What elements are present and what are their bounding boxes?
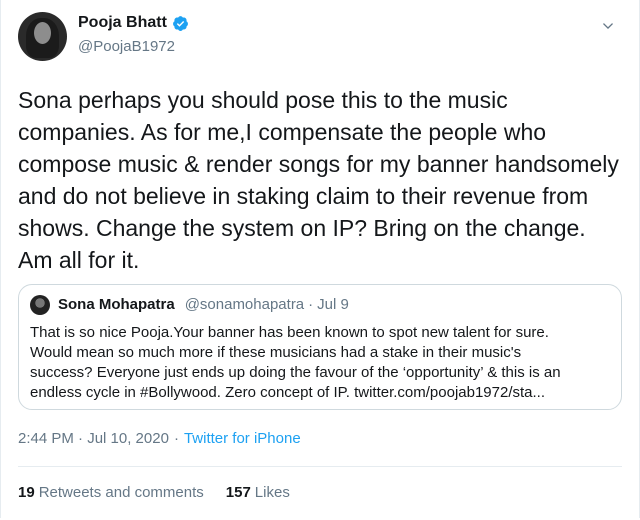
quoted-name: Sona Mohapatra: [58, 296, 175, 313]
quoted-header: Sona Mohapatra @sonamohapatra · Jul 9: [58, 296, 349, 313]
tweet-card: Pooja Bhatt @PoojaB1972 Sona perhaps you…: [0, 0, 640, 518]
author-avatar[interactable]: [18, 12, 67, 61]
likes-label: Likes: [254, 484, 290, 501]
quoted-handle: @sonamohapatra: [184, 296, 305, 313]
author-handle[interactable]: @PoojaB1972: [78, 38, 175, 55]
likes-count: 157: [225, 484, 251, 501]
verified-badge-icon: [172, 15, 188, 31]
tweet-source-link[interactable]: Twitter for iPhone: [184, 430, 301, 447]
avatar-face: [34, 22, 51, 44]
quoted-text: That is so nice Pooja.Your banner has be…: [30, 324, 561, 401]
tweet-stats: 19 Retweets and comments 157 Likes: [18, 484, 290, 501]
author-name[interactable]: Pooja Bhatt: [78, 14, 167, 32]
quoted-separator: ·: [308, 296, 314, 313]
tweet-timestamp[interactable]: 2:44 PM · Jul 10, 2020: [18, 430, 169, 447]
quoted-date: Jul 9: [317, 296, 349, 313]
tweet-text: Sona perhaps you should pose this to the…: [18, 87, 619, 273]
retweets-label: Retweets and comments: [38, 484, 204, 501]
divider: [18, 466, 622, 467]
tweet-meta: 2:44 PM · Jul 10, 2020 · Twitter for iPh…: [18, 430, 301, 447]
meta-separator: ·: [173, 430, 179, 447]
quoted-tweet[interactable]: Sona Mohapatra @sonamohapatra · Jul 9 Th…: [18, 284, 622, 410]
retweets-stat[interactable]: 19 Retweets and comments: [18, 484, 204, 501]
retweets-count: 19: [18, 484, 35, 501]
chevron-down-icon[interactable]: [600, 18, 616, 34]
author-name-row: Pooja Bhatt: [78, 14, 189, 32]
quoted-avatar: [30, 295, 50, 315]
likes-stat[interactable]: 157 Likes: [226, 484, 290, 501]
